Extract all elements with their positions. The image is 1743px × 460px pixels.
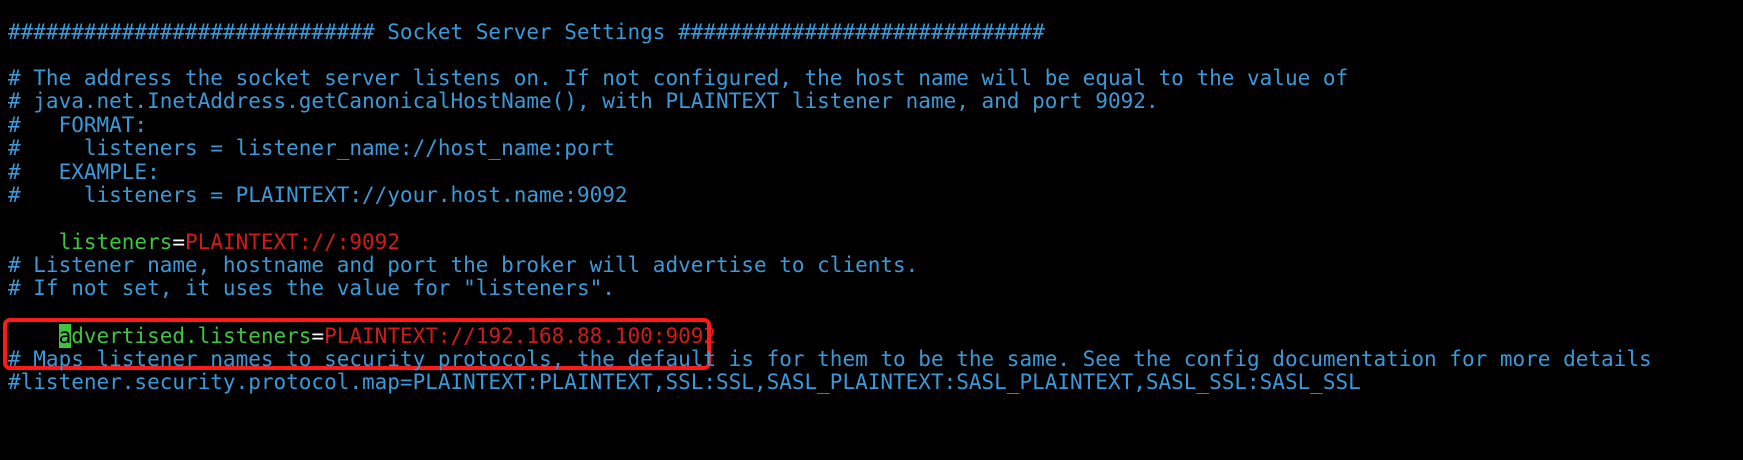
config-key: dvertised.listeners bbox=[71, 324, 312, 348]
comment-line: #listener.security.protocol.map=PLAINTEX… bbox=[8, 370, 1361, 394]
equals-sign: = bbox=[172, 230, 186, 254]
comment-line: # listeners = listener_name://host_name:… bbox=[8, 136, 615, 160]
comment-line: # EXAMPLE: bbox=[8, 160, 160, 184]
config-value: PLAINTEXT://192.168.88.100:9092 bbox=[324, 324, 717, 348]
advertised-listeners-config-line: advertised.listeners=PLAINTEXT://192.168… bbox=[8, 300, 716, 348]
text-cursor[interactable]: a bbox=[58, 324, 72, 348]
terminal-editor[interactable]: ############################# Socket Ser… bbox=[0, 0, 1743, 460]
equals-sign: = bbox=[311, 324, 325, 348]
listeners-config-line: listeners=PLAINTEXT://:9092 bbox=[8, 206, 400, 254]
comment-line: # The address the socket server listens … bbox=[8, 66, 1349, 90]
comment-line: # java.net.InetAddress.getCanonicalHostN… bbox=[8, 89, 1159, 113]
comment-line: # Listener name, hostname and port the b… bbox=[8, 253, 919, 277]
config-value: PLAINTEXT://:9092 bbox=[185, 230, 400, 254]
comment-line: # FORMAT: bbox=[8, 113, 148, 137]
config-key: listeners bbox=[58, 230, 173, 254]
comment-line: # If not set, it uses the value for "lis… bbox=[8, 276, 615, 300]
comment-line: # listeners = PLAINTEXT://your.host.name… bbox=[8, 183, 628, 207]
comment-line: # Maps listener names to security protoc… bbox=[8, 347, 1652, 371]
section-header-line: ############################# Socket Ser… bbox=[8, 20, 1045, 44]
